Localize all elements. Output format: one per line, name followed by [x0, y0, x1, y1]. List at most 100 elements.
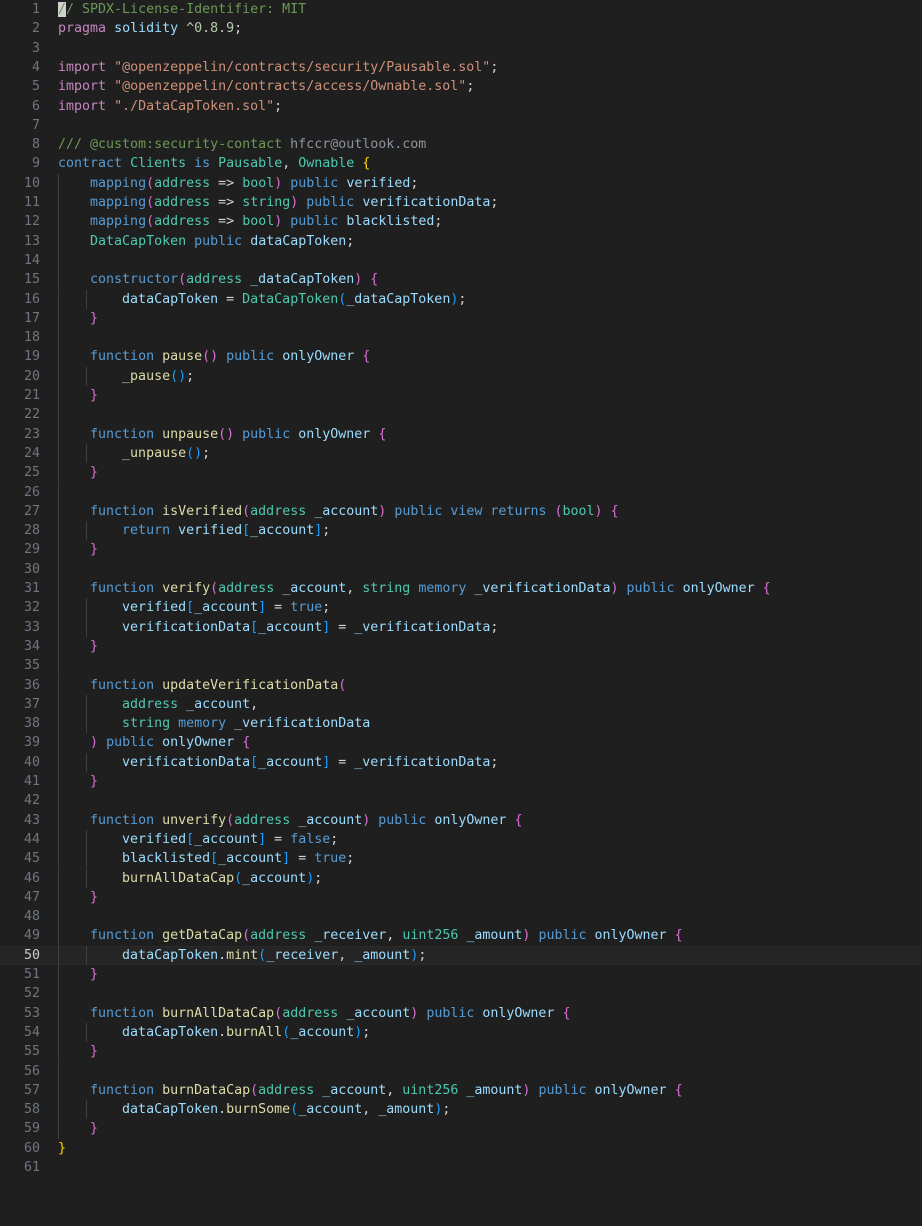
code-text[interactable]: } — [58, 772, 98, 791]
code-text[interactable]: } — [58, 1119, 98, 1138]
code-line[interactable]: 11 mapping(address => string) public ver… — [0, 193, 922, 213]
code-line[interactable]: 35 — [0, 656, 922, 676]
code-text[interactable]: string memory _verificationData — [58, 714, 370, 733]
code-line[interactable]: 4 import "@openzeppelin/contracts/securit… — [0, 58, 922, 77]
code-line[interactable]: 31 function verify(address _account, str… — [0, 579, 922, 599]
code-line[interactable]: 53 function burnAllDataCap(address _acco… — [0, 1003, 922, 1023]
code-line[interactable]: 45 blacklisted[_account] = true; — [0, 849, 922, 869]
code-text[interactable]: blacklisted[_account] = true; — [58, 849, 354, 868]
code-text[interactable]: return verified[_account]; — [58, 521, 330, 540]
code-line[interactable]: 36 function updateVerificationData( — [0, 675, 922, 695]
code-line[interactable]: 6 import "./DataCapToken.sol"; — [0, 97, 922, 116]
code-text[interactable]: } — [58, 540, 98, 559]
code-line[interactable]: 9 contract Clients is Pausable, Ownable { — [0, 154, 922, 173]
code-text[interactable]: } — [58, 965, 98, 984]
code-text[interactable]: _unpause(); — [58, 444, 210, 463]
code-text[interactable]: constructor(address _dataCapToken) { — [58, 270, 378, 289]
code-text[interactable]: pragma solidity ^0.8.9; — [58, 19, 242, 38]
code-line[interactable]: 24 _unpause(); — [0, 443, 922, 464]
code-line[interactable]: 14 — [0, 250, 922, 271]
code-line[interactable]: 42 — [0, 791, 922, 811]
code-line[interactable]: 38 string memory _verificationData — [0, 714, 922, 734]
code-line[interactable]: 15 constructor(address _dataCapToken) { — [0, 270, 922, 290]
code-editor[interactable]: 1 // SPDX-License-Identifier: MIT 2 pragma … — [0, 0, 922, 1226]
code-text[interactable]: import "./DataCapToken.sol"; — [58, 97, 282, 116]
code-line[interactable]: 26 — [0, 482, 922, 502]
code-line[interactable]: 60} — [0, 1139, 922, 1158]
code-line[interactable]: 43 function unverify(address _account) p… — [0, 810, 922, 830]
code-text[interactable]: dataCapToken = DataCapToken(_dataCapToke… — [58, 290, 466, 309]
code-text[interactable]: // SPDX-License-Identifier: MIT — [58, 0, 306, 19]
code-text[interactable]: function unpause() public onlyOwner { — [58, 425, 386, 444]
code-line[interactable]: 7 — [0, 116, 922, 135]
code-text[interactable]: verificationData[_account] = _verificati… — [58, 753, 498, 772]
code-line[interactable]: 30 — [0, 559, 922, 579]
code-text[interactable]: mapping(address => bool) public verified… — [58, 174, 418, 193]
code-line[interactable]: 28 return verified[_account]; — [0, 521, 922, 541]
code-text[interactable]: function pause() public onlyOwner { — [58, 347, 370, 366]
code-line[interactable]: 51 } — [0, 965, 922, 985]
code-text[interactable]: _pause(); — [58, 367, 194, 386]
code-line[interactable]: 33 verificationData[_account] = _verific… — [0, 617, 922, 637]
code-text[interactable]: function getDataCap(address _receiver, u… — [58, 926, 683, 945]
code-line[interactable]: 39 ) public onlyOwner { — [0, 733, 922, 753]
code-line[interactable]: 52 — [0, 984, 922, 1004]
code-text[interactable]: dataCapToken.mint(_receiver, _amount); — [58, 946, 426, 965]
code-line[interactable]: 59 } — [0, 1119, 922, 1139]
code-line[interactable]: 40 verificationData[_account] = _verific… — [0, 752, 922, 772]
code-line[interactable]: 61 — [0, 1158, 922, 1177]
code-line[interactable]: 57 function burnDataCap(address _account… — [0, 1080, 922, 1101]
code-line[interactable]: 50 dataCapToken.mint(_receiver, _amount)… — [0, 945, 922, 965]
code-text[interactable]: function burnDataCap(address _account, u… — [58, 1081, 683, 1100]
code-line[interactable]: 32 verified[_account] = true; — [0, 598, 922, 618]
code-line[interactable]: 25 } — [0, 463, 922, 483]
code-text[interactable]: import "@openzeppelin/contracts/access/O… — [58, 77, 474, 96]
code-line[interactable]: 37 address _account, — [0, 694, 922, 715]
code-text[interactable]: contract Clients is Pausable, Ownable { — [58, 154, 370, 173]
code-text[interactable]: ) public onlyOwner { — [58, 733, 250, 752]
code-line[interactable]: 5 import "@openzeppelin/contracts/access/… — [0, 77, 922, 96]
code-line[interactable]: 58 dataCapToken.burnSome(_account, _amou… — [0, 1100, 922, 1120]
code-text[interactable]: function burnAllDataCap(address _account… — [58, 1004, 570, 1023]
code-line[interactable]: 46 burnAllDataCap(_account); — [0, 868, 922, 888]
code-line[interactable]: 17 } — [0, 308, 922, 329]
code-text[interactable]: } — [58, 1042, 98, 1061]
code-text[interactable]: /// @custom:security-contact hfccr@outlo… — [58, 135, 426, 154]
code-line[interactable]: 20 _pause(); — [0, 366, 922, 386]
code-line[interactable]: 29 } — [0, 540, 922, 560]
code-text[interactable]: function updateVerificationData( — [58, 676, 346, 695]
code-text[interactable]: } — [58, 637, 98, 656]
code-text[interactable]: function isVerified(address _account) pu… — [58, 502, 619, 521]
code-text[interactable]: } — [58, 888, 98, 907]
code-line[interactable]: 47 } — [0, 887, 922, 908]
code-text[interactable]: verified[_account] = true; — [58, 598, 330, 617]
code-line[interactable]: 19 function pause() public onlyOwner { — [0, 347, 922, 367]
code-line[interactable]: 56 — [0, 1061, 922, 1081]
code-text[interactable]: mapping(address => bool) public blacklis… — [58, 212, 442, 231]
code-text[interactable]: DataCapToken public dataCapToken; — [58, 232, 354, 251]
code-line[interactable]: 44 verified[_account] = false; — [0, 829, 922, 850]
code-line[interactable]: 21 } — [0, 386, 922, 406]
code-line[interactable]: 18 — [0, 328, 922, 348]
code-text[interactable]: dataCapToken.burnSome(_account, _amount)… — [58, 1100, 450, 1119]
code-line[interactable]: 13 DataCapToken public dataCapToken; — [0, 231, 922, 251]
code-text[interactable]: import "@openzeppelin/contracts/security… — [58, 58, 498, 77]
code-line[interactable]: 2 pragma solidity ^0.8.9; — [0, 19, 922, 38]
code-line[interactable]: 23 function unpause() public onlyOwner { — [0, 424, 922, 444]
code-text[interactable]: burnAllDataCap(_account); — [58, 869, 322, 888]
code-line[interactable]: 12 mapping(address => bool) public black… — [0, 212, 922, 232]
code-text[interactable]: address _account, — [58, 695, 258, 714]
code-line[interactable]: 8 /// @custom:security-contact hfccr@outl… — [0, 135, 922, 154]
code-text[interactable]: } — [58, 1139, 66, 1158]
code-line[interactable]: 48 — [0, 907, 922, 927]
code-line[interactable]: 55 } — [0, 1042, 922, 1062]
code-text[interactable]: function unverify(address _account) publ… — [58, 811, 522, 830]
code-line[interactable]: 10 mapping(address => bool) public verif… — [0, 173, 922, 193]
code-line[interactable]: 49 function getDataCap(address _receiver… — [0, 926, 922, 946]
code-text[interactable]: verificationData[_account] = _verificati… — [58, 618, 498, 637]
code-text[interactable]: mapping(address => string) public verifi… — [58, 193, 498, 212]
code-line[interactable]: 54 dataCapToken.burnAll(_account); — [0, 1022, 922, 1043]
code-text[interactable]: dataCapToken.burnAll(_account); — [58, 1023, 370, 1042]
code-line[interactable]: 16 dataCapToken = DataCapToken(_dataCapT… — [0, 289, 922, 309]
code-line[interactable]: 34 } — [0, 636, 922, 657]
